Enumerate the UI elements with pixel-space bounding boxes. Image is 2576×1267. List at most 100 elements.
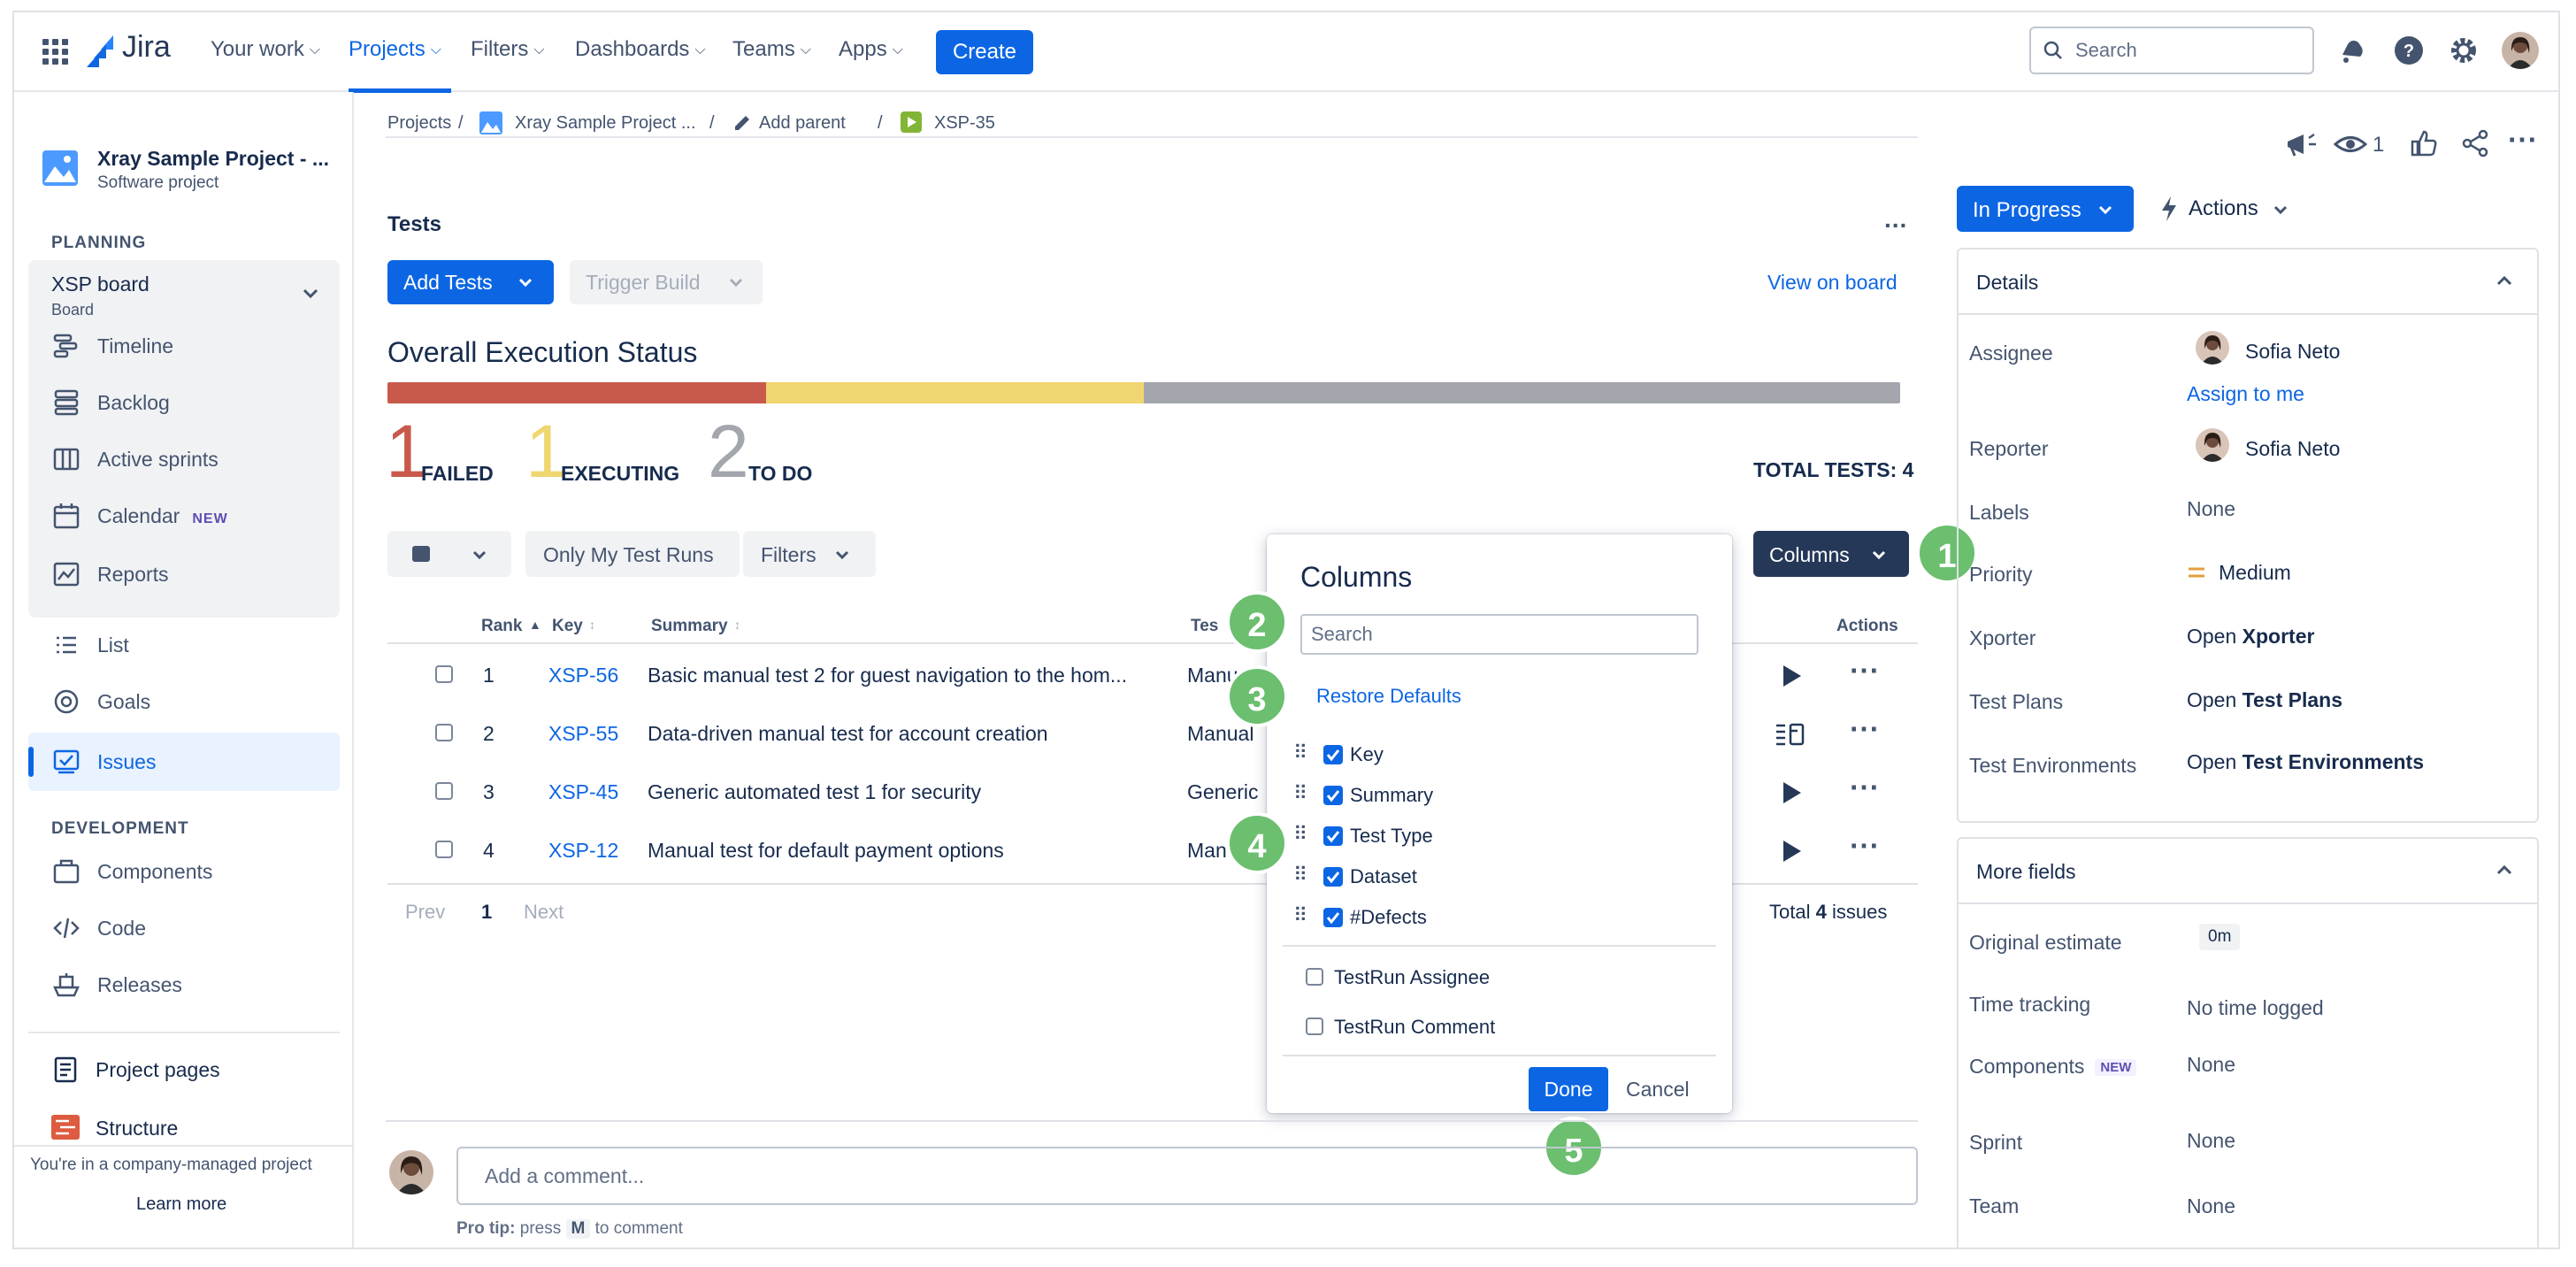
nav-filters[interactable]: Filters ⌵ [471,37,544,62]
row-key-link[interactable]: XSP-45 [548,780,618,804]
column-option-summary[interactable]: Summary [1350,784,1433,807]
tests-more-icon[interactable]: ... [1884,205,1907,234]
sidebar-item-releases[interactable]: Releases [97,973,182,997]
column-checkbox-key[interactable] [1323,745,1343,764]
row-key-link[interactable]: XSP-56 [548,664,618,687]
drag-handle-icon[interactable]: ⠿ [1293,741,1307,764]
status-in-progress-button[interactable]: In Progress [1957,186,2134,232]
search-input[interactable]: Search [2029,27,2314,74]
components-value[interactable]: None [2187,1053,2235,1077]
cancel-button[interactable]: Cancel [1626,1078,1690,1102]
board-name[interactable]: XSP board [51,273,150,296]
row-checkbox[interactable] [435,841,453,858]
share-icon[interactable] [2461,129,2489,157]
add-tests-button[interactable]: Add Tests [387,260,554,304]
row-more-actions-icon[interactable]: ⋯ [1849,828,1880,864]
column-header-key[interactable]: Key [552,617,583,636]
drag-handle-icon[interactable]: ⠿ [1293,782,1307,805]
jira-logo-icon[interactable] [87,34,119,69]
column-option-testrun-assignee[interactable]: TestRun Assignee [1334,966,1490,989]
user-avatar[interactable] [2502,32,2539,69]
breadcrumb-projects[interactable]: Projects [387,113,451,134]
column-header-rank[interactable]: Rank [481,617,522,636]
xporter-value[interactable]: Open Xporter [2187,625,2314,649]
columns-search-input[interactable]: Search [1300,614,1698,655]
create-button[interactable]: Create [936,30,1033,74]
only-my-test-runs-button[interactable]: Only My Test Runs [525,531,740,577]
learn-more-link[interactable]: Learn more [136,1194,226,1215]
nav-apps[interactable]: Apps ⌵ [839,37,903,62]
pagination-prev[interactable]: Prev [405,901,445,924]
drag-handle-icon[interactable]: ⠿ [1293,823,1307,846]
breadcrumb-issue-key[interactable]: XSP-35 [934,113,995,134]
sidebar-item-code[interactable]: Code [97,917,146,941]
chevron-up-icon[interactable] [2496,274,2512,287]
sidebar-item-list[interactable]: List [97,634,129,657]
row-checkbox[interactable] [435,665,453,683]
column-header-summary[interactable]: Summary [651,617,728,636]
help-icon[interactable]: ? [2394,35,2424,65]
row-more-actions-icon[interactable]: ⋯ [1849,711,1880,747]
sidebar-item-reports[interactable]: Reports [97,563,169,587]
column-checkbox-defects[interactable] [1323,908,1343,927]
column-option-key[interactable]: Key [1350,743,1384,766]
view-on-board-link[interactable]: View on board [1767,271,1898,295]
chevron-up-icon[interactable] [2496,864,2512,876]
run-test-play-icon[interactable] [1780,664,1803,688]
sidebar-item-goals[interactable]: Goals [97,690,150,714]
original-estimate-value[interactable]: 0m [2199,924,2241,950]
team-value[interactable]: None [2187,1194,2235,1218]
trigger-build-button[interactable]: Trigger Build [570,260,763,304]
row-more-actions-icon[interactable]: ⋯ [1849,653,1880,688]
labels-value[interactable]: None [2187,497,2235,521]
app-switcher-icon[interactable] [42,39,69,65]
column-checkbox-dataset[interactable] [1323,867,1343,887]
row-key-link[interactable]: XSP-12 [548,839,618,863]
row-checkbox[interactable] [435,782,453,800]
details-header[interactable] [1959,250,2537,315]
jira-logo-text[interactable]: Jira [122,30,171,65]
assign-to-me-link[interactable]: Assign to me [2187,382,2304,406]
row-key-link[interactable]: XSP-55 [548,722,618,746]
sidebar-item-issues[interactable]: Issues [97,750,156,774]
sidebar-item-backlog[interactable]: Backlog [97,391,170,415]
megaphone-icon[interactable] [2284,129,2319,159]
sidebar-item-components[interactable]: Components [97,860,212,884]
sidebar-item-timeline[interactable]: Timeline [97,334,173,358]
done-button[interactable]: Done [1529,1067,1608,1111]
sprint-value[interactable]: None [2187,1129,2235,1153]
nav-dashboards[interactable]: Dashboards ⌵ [575,37,706,62]
column-checkbox-testrun-comment[interactable] [1306,1017,1323,1035]
add-comment-input[interactable]: Add a comment... [456,1147,1918,1205]
column-header-test-type[interactable]: Tes [1191,617,1218,636]
run-test-play-icon[interactable] [1780,839,1803,864]
sidebar-item-structure[interactable]: Structure [96,1117,178,1140]
column-checkbox-testrun-assignee[interactable] [1306,968,1323,986]
assignee-name[interactable]: Sofia Neto [2245,340,2340,364]
breadcrumb-add-parent[interactable]: Add parent [759,113,846,134]
reporter-name[interactable]: Sofia Neto [2245,437,2340,461]
dataset-iterations-icon[interactable] [1775,722,1805,747]
more-actions-icon[interactable]: ⋯ [2507,122,2538,157]
run-test-play-icon[interactable] [1780,780,1803,805]
columns-button[interactable]: Columns [1753,531,1909,577]
column-option-defects[interactable]: #Defects [1350,906,1427,929]
chevron-down-icon[interactable] [303,288,318,299]
actions-dropdown[interactable]: Actions [2189,196,2258,221]
nav-teams[interactable]: Teams ⌵ [732,37,811,62]
row-more-actions-icon[interactable]: ⋯ [1849,770,1880,805]
drag-handle-icon[interactable]: ⠿ [1293,864,1307,887]
time-tracking-value[interactable]: No time logged [2187,996,2324,1020]
project-name[interactable]: Xray Sample Project - ... [97,147,329,171]
nav-your-work[interactable]: Your work ⌵ [211,37,320,62]
status-filter-dropdown[interactable] [387,531,511,577]
restore-defaults-link[interactable]: Restore Defaults [1316,685,1461,708]
notifications-icon[interactable] [2337,35,2367,65]
column-checkbox-summary[interactable] [1323,786,1343,805]
chevron-down-icon[interactable] [2273,205,2288,216]
watch-eye-icon[interactable] [2334,131,2367,157]
pagination-current-page[interactable]: 1 [481,901,492,924]
column-option-dataset[interactable]: Dataset [1350,865,1417,888]
priority-value[interactable]: Medium [2219,561,2291,585]
sidebar-item-project-pages[interactable]: Project pages [96,1058,220,1082]
